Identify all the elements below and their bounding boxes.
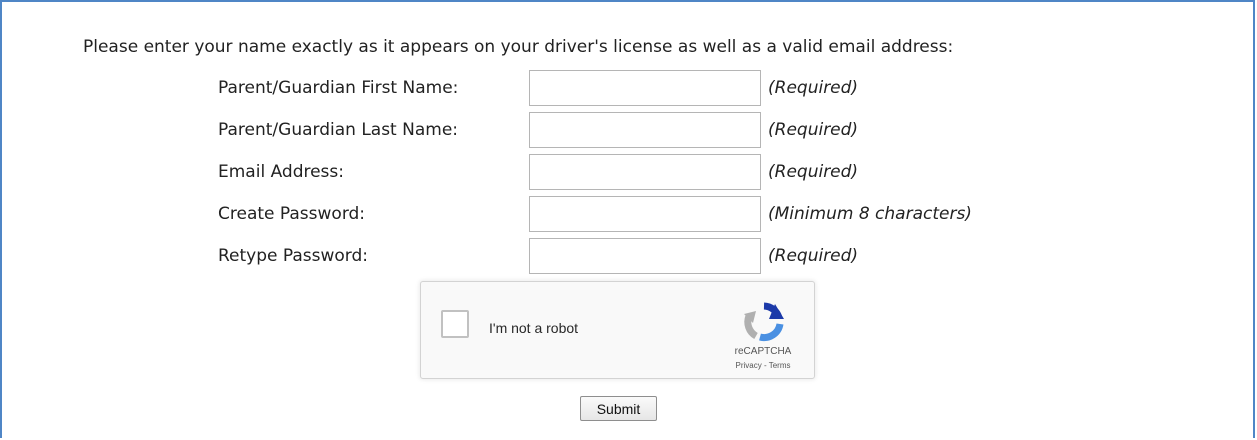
- create-password-row: Create Password: (Minimum 8 characters): [2, 196, 1257, 232]
- captcha-checkbox[interactable]: [441, 310, 469, 338]
- recaptcha-widget: I'm not a robot reCAPTCHA Privacy - Term…: [420, 281, 815, 379]
- retype-password-input[interactable]: [529, 238, 761, 274]
- create-password-input[interactable]: [529, 196, 761, 232]
- intro-text: Please enter your name exactly as it app…: [83, 37, 954, 57]
- first-name-note: (Required): [768, 78, 859, 98]
- form-container: Please enter your name exactly as it app…: [0, 0, 1255, 438]
- create-password-label: Create Password:: [218, 204, 366, 224]
- first-name-row: Parent/Guardian First Name: (Required): [2, 70, 1257, 106]
- email-input[interactable]: [529, 154, 761, 190]
- recaptcha-logo-icon: [744, 302, 784, 342]
- retype-password-row: Retype Password: (Required): [2, 238, 1257, 274]
- retype-password-note: (Required): [768, 246, 859, 266]
- retype-password-label: Retype Password:: [218, 246, 369, 266]
- links-separator: -: [761, 361, 769, 370]
- first-name-label: Parent/Guardian First Name:: [218, 78, 459, 98]
- privacy-link[interactable]: Privacy: [736, 361, 762, 370]
- submit-button[interactable]: Submit: [580, 396, 657, 421]
- recaptcha-links: Privacy - Terms: [717, 361, 809, 370]
- terms-link[interactable]: Terms: [769, 361, 791, 370]
- email-label: Email Address:: [218, 162, 344, 182]
- email-note: (Required): [768, 162, 859, 182]
- email-row: Email Address: (Required): [2, 154, 1257, 190]
- last-name-label: Parent/Guardian Last Name:: [218, 120, 459, 140]
- recaptcha-brand: reCAPTCHA: [734, 346, 792, 357]
- create-password-note: (Minimum 8 characters): [768, 204, 972, 224]
- last-name-note: (Required): [768, 120, 859, 140]
- first-name-input[interactable]: [529, 70, 761, 106]
- last-name-row: Parent/Guardian Last Name: (Required): [2, 112, 1257, 148]
- captcha-label: I'm not a robot: [489, 320, 579, 336]
- last-name-input[interactable]: [529, 112, 761, 148]
